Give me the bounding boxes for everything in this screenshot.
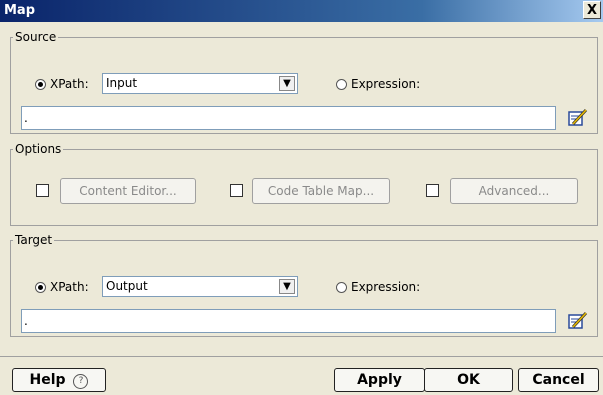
apply-label: Apply: [357, 372, 402, 388]
apply-button[interactable]: Apply: [334, 368, 425, 392]
source-expression-radio[interactable]: Expression:: [336, 77, 420, 91]
source-legend: Source: [15, 30, 57, 44]
target-expression-label: Expression:: [351, 280, 421, 294]
cancel-button[interactable]: Cancel: [518, 368, 599, 392]
target-expression-radio[interactable]: Expression:: [336, 280, 420, 294]
target-xpath-radio[interactable]: XPath:: [35, 280, 89, 294]
content-editor-checkbox[interactable]: [36, 184, 49, 197]
code-table-map-button[interactable]: Code Table Map...: [252, 178, 390, 204]
radio-unselected-icon: [336, 78, 347, 90]
advanced-button[interactable]: Advanced...: [450, 178, 578, 204]
chevron-down-icon[interactable]: ▼: [279, 279, 295, 294]
help-button[interactable]: Help ?: [12, 368, 106, 392]
code-table-map-checkbox[interactable]: [230, 184, 243, 197]
title-bar: Map X: [0, 0, 603, 22]
content-editor-button[interactable]: Content Editor...: [60, 178, 196, 204]
target-xpath-label: XPath:: [50, 280, 89, 294]
target-expression-value: .: [24, 314, 28, 328]
pencil-edit-icon[interactable]: [567, 310, 589, 332]
content-editor-label: Content Editor...: [79, 184, 177, 198]
pencil-edit-icon[interactable]: [567, 107, 589, 129]
source-group: Source XPath: Input ▼ Expression: .: [10, 30, 598, 134]
target-expression-input[interactable]: .: [21, 309, 556, 333]
target-group: Target XPath: Output ▼ Expression: .: [10, 233, 598, 337]
code-table-map-label: Code Table Map...: [267, 184, 375, 198]
source-expression-value: .: [24, 111, 28, 125]
radio-selected-icon: [35, 281, 46, 293]
source-expression-input[interactable]: .: [21, 106, 556, 130]
close-icon: X: [586, 3, 598, 18]
source-xpath-value: Input: [106, 76, 138, 90]
options-group: Options Content Editor... Code Table Map…: [10, 142, 598, 226]
radio-unselected-icon: [336, 281, 347, 293]
source-xpath-radio[interactable]: XPath:: [35, 77, 89, 91]
options-legend: Options: [15, 142, 62, 156]
target-xpath-value: Output: [106, 279, 148, 293]
ok-button[interactable]: OK: [424, 368, 513, 392]
radio-selected-icon: [35, 78, 46, 90]
chevron-down-icon[interactable]: ▼: [279, 76, 295, 91]
advanced-label: Advanced...: [478, 184, 550, 198]
advanced-checkbox[interactable]: [426, 184, 439, 197]
target-xpath-combo[interactable]: Output ▼: [102, 276, 298, 297]
cancel-label: Cancel: [532, 372, 585, 388]
source-expression-label: Expression:: [351, 77, 421, 91]
window-title: Map: [4, 3, 36, 18]
ok-label: OK: [457, 372, 480, 388]
close-button[interactable]: X: [583, 1, 601, 19]
question-circle-icon: ?: [73, 374, 89, 389]
target-legend: Target: [15, 233, 53, 247]
source-xpath-combo[interactable]: Input ▼: [102, 73, 298, 94]
help-label: Help: [29, 372, 66, 388]
source-xpath-label: XPath:: [50, 77, 89, 91]
